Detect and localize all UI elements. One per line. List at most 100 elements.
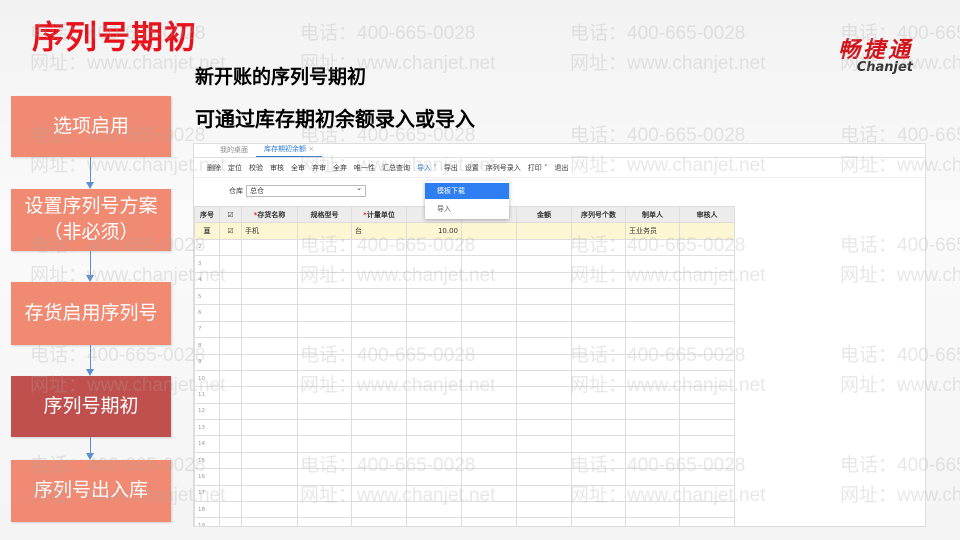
toolbar-button[interactable]: 定位 [228,163,242,173]
table-cell[interactable] [679,501,735,519]
table-cell[interactable] [571,353,626,371]
table-cell[interactable] [241,419,298,437]
table-cell[interactable] [516,484,572,503]
table-cell[interactable] [406,484,462,503]
table-cell[interactable] [679,369,735,388]
table-cell[interactable] [516,353,572,371]
toolbar-button[interactable]: 全审 [291,163,305,173]
table-cell[interactable] [571,501,626,519]
table-cell[interactable] [516,337,572,355]
toolbar-button[interactable]: 全弃 [333,163,347,173]
table-cell[interactable] [351,287,407,306]
table-cell[interactable] [297,353,352,371]
table-cell[interactable] [219,402,242,421]
table-cell[interactable] [351,419,407,437]
table-cell[interactable] [297,484,352,503]
table-cell[interactable] [461,238,517,257]
table-cell[interactable] [461,304,517,322]
table-cell[interactable] [625,517,680,526]
table-cell[interactable] [571,468,626,486]
table-cell[interactable] [351,386,407,404]
cell-spec[interactable] [297,222,352,240]
table-cell[interactable] [625,402,680,421]
table-cell[interactable] [571,435,626,453]
table-cell[interactable] [406,435,462,453]
table-cell[interactable] [625,287,680,306]
table-cell[interactable] [219,419,242,437]
table-cell[interactable] [516,271,572,289]
table-cell[interactable] [241,304,298,322]
table-cell[interactable] [571,451,626,470]
table-cell[interactable] [461,419,517,437]
table-cell[interactable] [297,337,352,355]
table-cell[interactable] [461,402,517,421]
table-cell[interactable] [516,468,572,486]
table-cell[interactable] [625,435,680,453]
tab-inventory-opening[interactable]: 库存期初余额 × [256,144,323,157]
table-row[interactable]: 6 [194,304,735,322]
table-cell[interactable] [351,353,407,371]
toolbar-button[interactable]: 审核 [270,163,284,173]
table-cell[interactable] [351,271,407,289]
table-row[interactable]: 10 [194,369,735,388]
table-cell[interactable] [219,435,242,453]
table-row[interactable]: 16 [194,468,735,486]
table-cell[interactable] [406,353,462,371]
toolbar-button[interactable]: 删除 [207,163,221,173]
table-cell[interactable] [241,402,298,421]
table-cell[interactable] [516,435,572,453]
table-cell[interactable] [351,484,407,503]
table-cell[interactable] [625,501,680,519]
cell-unit[interactable]: 台 [351,222,407,240]
table-row[interactable]: 4 [194,271,735,289]
table-cell[interactable] [461,320,517,339]
table-cell[interactable] [406,320,462,339]
table-cell[interactable] [461,451,517,470]
table-cell[interactable] [406,369,462,388]
table-cell[interactable] [406,402,462,421]
table-cell[interactable] [461,287,517,306]
table-cell[interactable] [516,369,572,388]
table-cell[interactable] [241,386,298,404]
table-cell[interactable] [679,353,735,371]
toolbar-button[interactable]: 校验 [249,163,263,173]
table-cell[interactable] [461,271,517,289]
table-cell[interactable] [461,337,517,355]
table-row[interactable]: 7 [194,320,735,339]
table-cell[interactable] [406,255,462,273]
tab-desktop[interactable]: 我的桌面 [212,145,256,157]
table-cell[interactable] [406,451,462,470]
table-row[interactable]: 3 [194,255,735,273]
close-icon[interactable]: × [308,145,314,153]
table-cell[interactable] [219,484,242,503]
table-cell[interactable] [625,484,680,503]
table-cell[interactable] [625,238,680,257]
table-cell[interactable] [571,255,626,273]
table-cell[interactable] [516,402,572,421]
table-cell[interactable] [516,419,572,437]
table-cell[interactable] [406,337,462,355]
table-cell[interactable] [351,435,407,453]
table-cell[interactable] [461,468,517,486]
table-cell[interactable] [679,451,735,470]
table-cell[interactable] [679,337,735,355]
table-cell[interactable] [516,517,572,526]
table-cell[interactable] [679,271,735,289]
table-cell[interactable] [461,255,517,273]
menu-item-import[interactable]: 导入 [425,201,509,217]
table-cell[interactable] [351,238,407,257]
table-cell[interactable] [351,517,407,526]
table-cell[interactable] [351,501,407,519]
table-cell[interactable] [571,517,626,526]
table-cell[interactable] [219,304,242,322]
table-cell[interactable] [516,501,572,519]
table-cell[interactable] [571,419,626,437]
table-cell[interactable] [406,271,462,289]
table-cell[interactable] [297,238,352,257]
table-cell[interactable] [219,353,242,371]
table-cell[interactable] [679,517,735,526]
table-cell[interactable] [297,386,352,404]
table-cell[interactable] [679,238,735,257]
table-cell[interactable] [679,304,735,322]
table-cell[interactable] [625,320,680,339]
